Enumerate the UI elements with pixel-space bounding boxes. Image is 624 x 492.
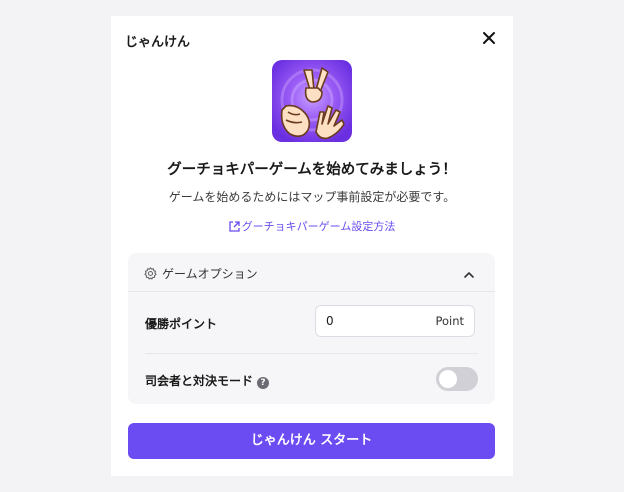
rps-settings-panel: じゃんけん グーチョキパーゲームを始めてみましょう！ ゲームを始めるためにはマッ… <box>111 16 513 476</box>
setup-requirement-text: ゲームを始めるためにはマップ事前設定が必要です。 <box>168 190 456 204</box>
host-mode-label: 司会者と対決モード <box>145 374 254 388</box>
close-button[interactable] <box>479 28 499 48</box>
game-options-toggle[interactable]: ゲームオプション <box>128 253 495 292</box>
headline: グーチョキパーゲームを始めてみましょう！ <box>167 162 457 178</box>
external-link-icon <box>229 221 240 235</box>
rock-paper-scissors-hands-icon <box>272 60 352 142</box>
setup-guide-link[interactable]: グーチョキパーゲーム設定方法 <box>111 218 513 235</box>
game-options-title: ゲームオプション <box>162 267 258 281</box>
setup-guide-link-text: グーチョキパーゲーム設定方法 <box>241 220 396 233</box>
chevron-up-icon <box>463 266 475 285</box>
close-icon <box>483 32 495 44</box>
gear-icon <box>144 265 157 284</box>
start-game-button[interactable]: じゃんけん スタート <box>128 423 495 459</box>
victory-points-field[interactable]: Point <box>315 305 475 337</box>
help-icon[interactable]: ? <box>257 377 270 389</box>
game-options-section: ゲームオプション 優勝ポイント Point 司会者と対決モード? <box>128 253 495 404</box>
options-divider <box>145 353 478 354</box>
victory-points-input[interactable] <box>326 312 426 330</box>
points-unit: Point <box>435 314 464 328</box>
host-mode-toggle[interactable] <box>436 367 478 391</box>
toggle-knob <box>439 370 457 388</box>
host-mode-row-label: 司会者と対決モード? <box>145 372 270 389</box>
panel-title: じゃんけん <box>125 35 191 50</box>
victory-points-label: 優勝ポイント <box>145 317 218 331</box>
